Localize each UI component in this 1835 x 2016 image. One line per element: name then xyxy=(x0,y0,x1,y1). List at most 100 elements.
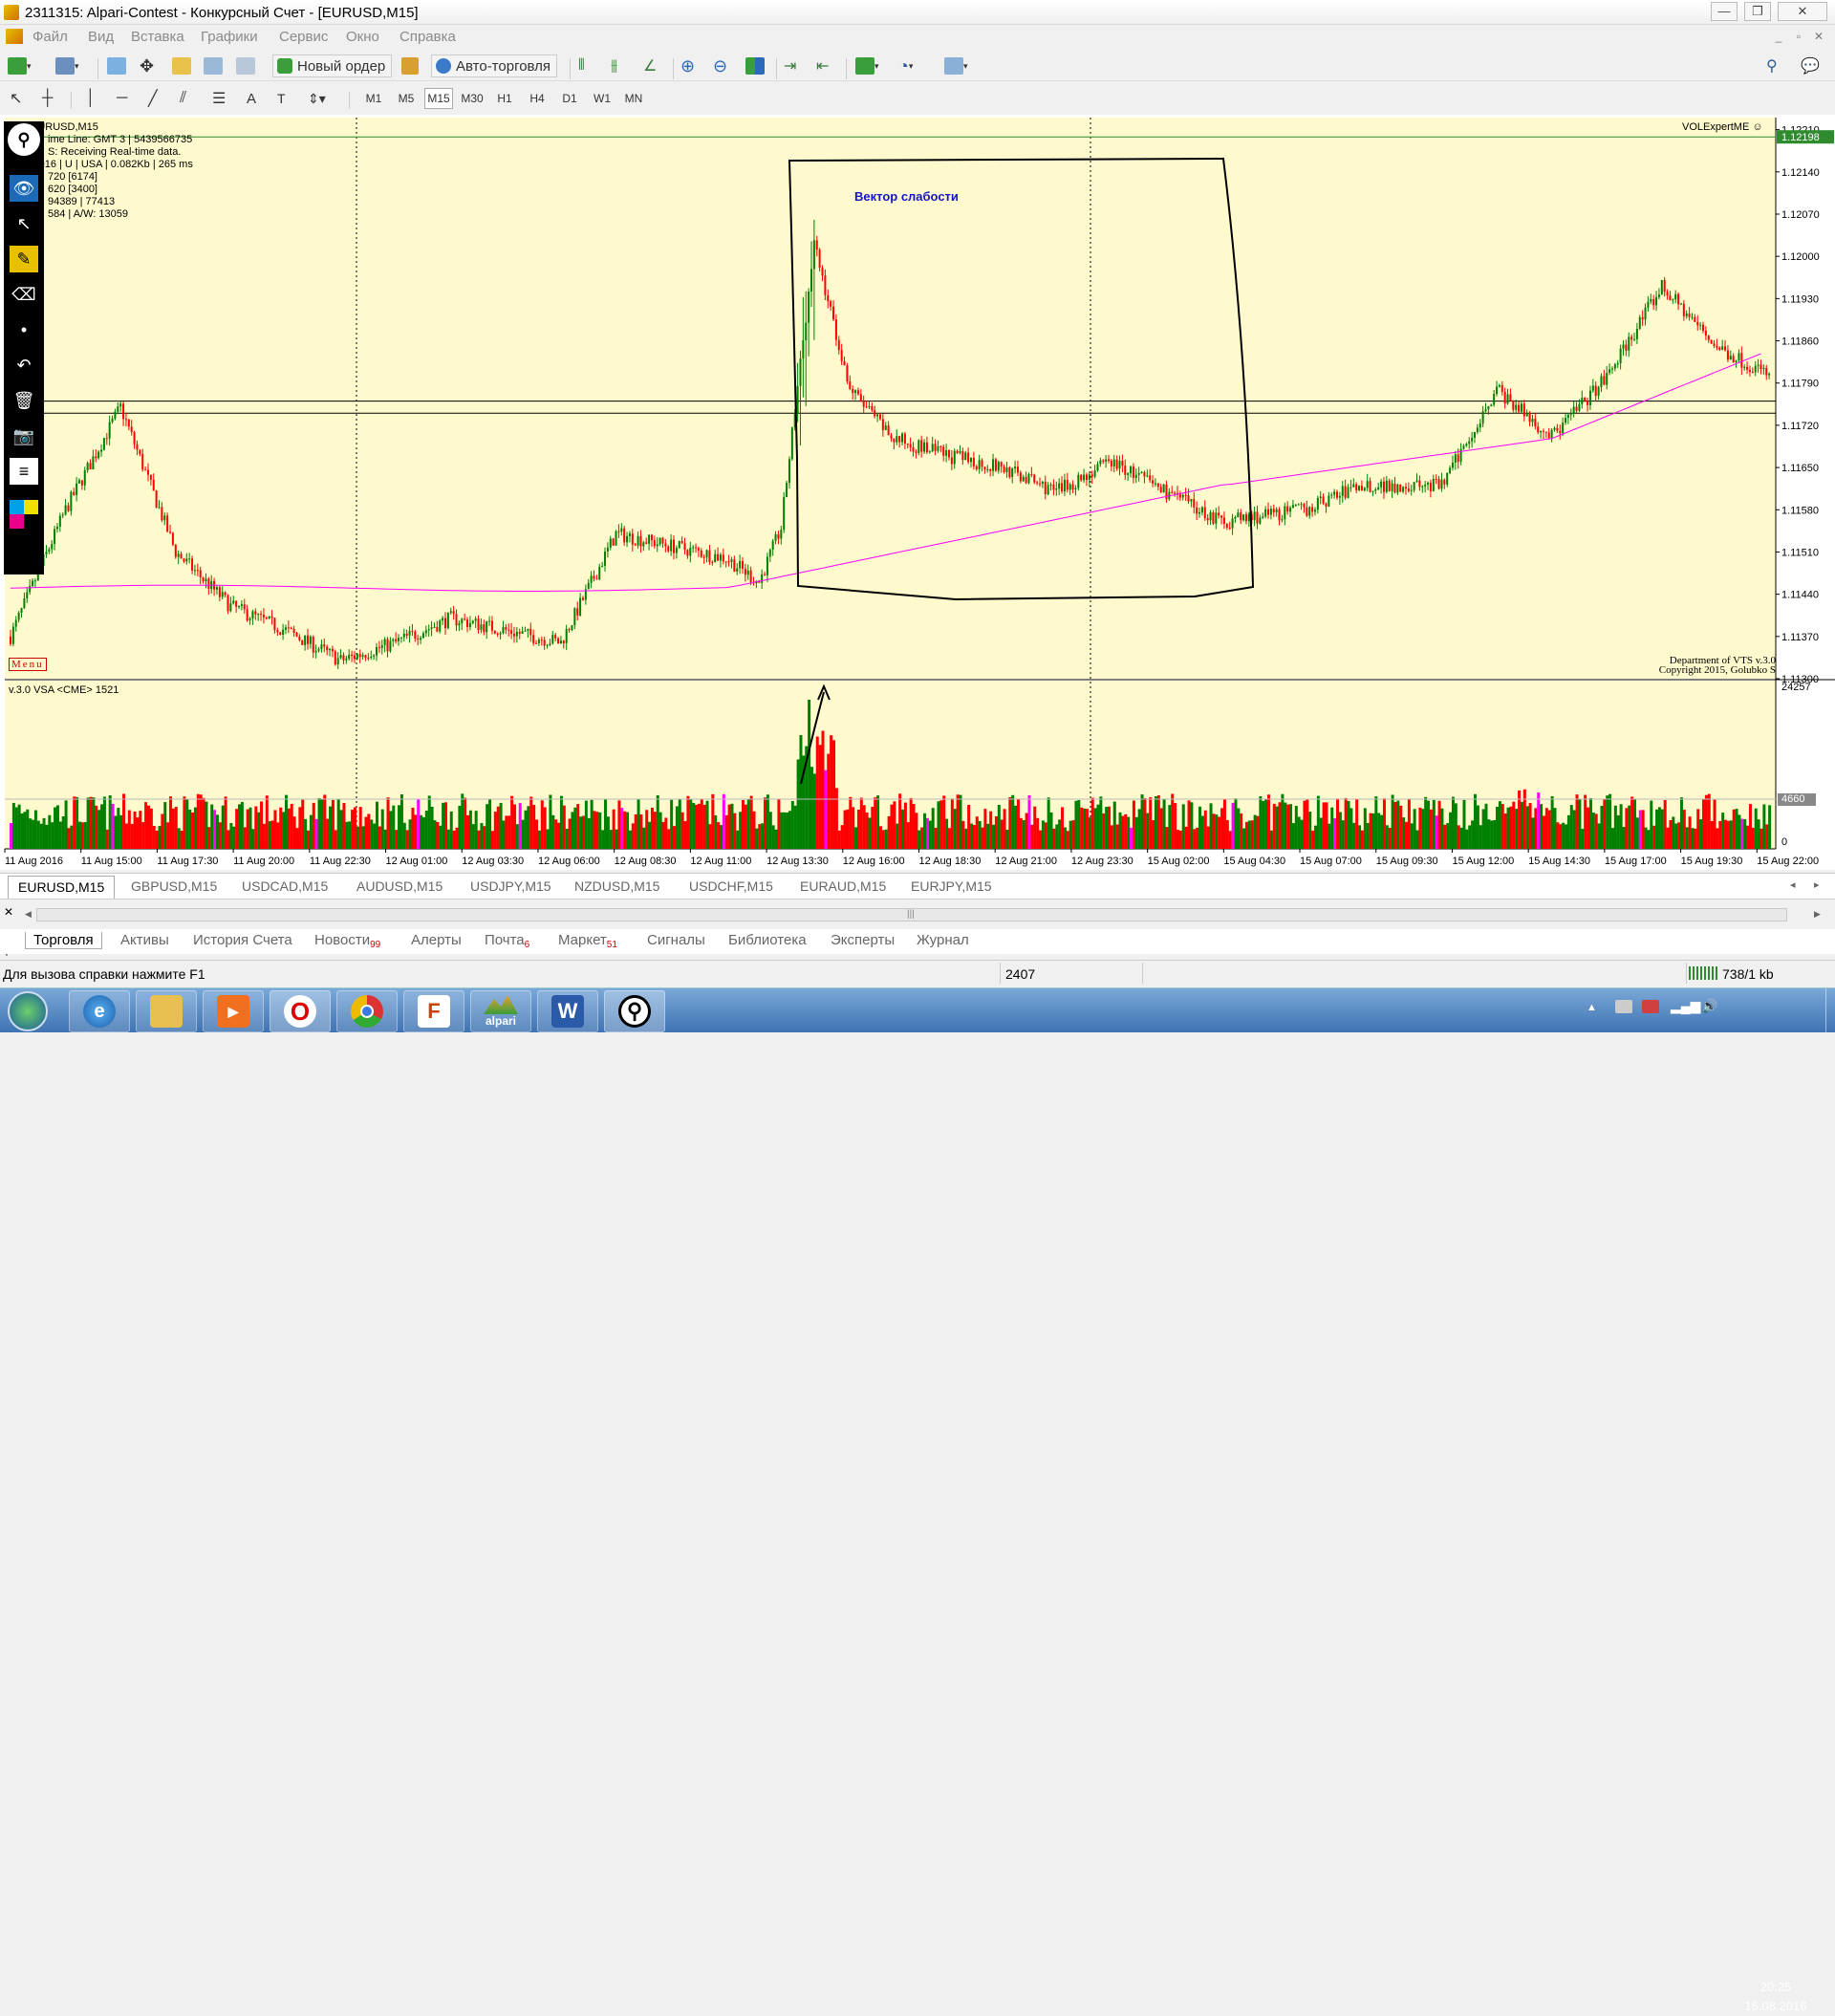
zoom-out-icon[interactable]: ⊖ xyxy=(713,56,727,76)
tab-alerts[interactable]: Алерты xyxy=(411,932,462,948)
volume-icon[interactable]: 🔊 xyxy=(1701,998,1717,1014)
horizontal-line-icon[interactable]: ─ xyxy=(117,90,127,107)
tray-app-icon[interactable] xyxy=(1642,1000,1659,1013)
terminal-close-icon[interactable]: ✕ xyxy=(4,905,13,919)
arrows-icon[interactable]: ⇕▾ xyxy=(308,91,326,107)
taskbar-ie[interactable]: e xyxy=(69,990,130,1032)
pencil-icon[interactable]: ✎ xyxy=(10,246,38,272)
cursor-icon[interactable]: ↖ xyxy=(10,210,38,237)
connection-indicator-icon[interactable] xyxy=(1689,966,1717,980)
chat-icon[interactable]: 💬 xyxy=(1801,56,1820,76)
search-icon[interactable]: ⚲ xyxy=(1766,56,1778,76)
terminal-icon[interactable] xyxy=(204,57,223,75)
close-button[interactable]: ✕ xyxy=(1778,2,1827,21)
vertical-line-icon[interactable]: │ xyxy=(86,90,96,107)
maximize-button[interactable]: ❐ xyxy=(1744,2,1771,21)
cursor-icon[interactable]: ↖ xyxy=(10,89,22,108)
templates-icon[interactable] xyxy=(944,57,963,75)
menu-charts[interactable]: Графики xyxy=(201,29,258,45)
scroll-left-icon[interactable]: ◀ xyxy=(25,909,32,920)
tabs-scroll-left-icon[interactable]: ◂ xyxy=(1790,878,1796,891)
tab-library[interactable]: Библиотека xyxy=(728,932,807,948)
tf-m5[interactable]: M5 xyxy=(392,88,421,109)
scroll-right-icon[interactable]: ▶ xyxy=(1814,909,1821,920)
metaeditor-icon[interactable] xyxy=(401,57,419,75)
indicators-icon[interactable] xyxy=(855,57,874,75)
new-chart-icon[interactable] xyxy=(8,57,27,75)
mdi-close-button[interactable]: ✕ xyxy=(1809,29,1828,44)
tabs-scroll-right-icon[interactable]: ▸ xyxy=(1814,878,1820,891)
tf-m1[interactable]: M1 xyxy=(359,88,388,109)
mdi-minimize-button[interactable]: _ xyxy=(1769,29,1788,44)
taskbar-word[interactable]: W xyxy=(537,990,598,1032)
vts-menu-button[interactable]: Menu xyxy=(9,658,47,671)
menu-file[interactable]: Файл xyxy=(32,29,68,45)
tf-mn[interactable]: MN xyxy=(619,88,648,109)
color-cyan-swatch[interactable] xyxy=(10,500,24,514)
network-icon[interactable]: ▂▄▆ xyxy=(1671,998,1700,1014)
taskbar-app-f[interactable]: F xyxy=(403,990,464,1032)
eye-icon[interactable]: 👁 xyxy=(10,175,38,202)
tab-mailbox[interactable]: Почта6 xyxy=(485,932,529,950)
eraser-icon[interactable]: ⌫ xyxy=(10,281,38,308)
system-clock[interactable]: 20:25 16.08.2016 xyxy=(1738,1978,1814,2016)
trash-icon[interactable]: 🗑 xyxy=(10,387,38,414)
market-watch-icon[interactable] xyxy=(107,57,126,75)
menu-window[interactable]: Окно xyxy=(346,29,379,45)
tab-market[interactable]: Маркет51 xyxy=(558,932,617,950)
trendline-icon[interactable]: ╱ xyxy=(148,89,158,108)
line-chart-icon[interactable]: ∠ xyxy=(643,56,657,76)
fibonacci-icon[interactable]: ☰ xyxy=(212,89,226,108)
tab-signals[interactable]: Сигналы xyxy=(647,932,705,948)
horizontal-scrollbar[interactable]: ||| xyxy=(36,908,1787,921)
tab-usdjpy[interactable]: USDJPY,M15 xyxy=(470,878,551,894)
bar-chart-icon[interactable]: ⫴ xyxy=(578,57,585,75)
start-button[interactable] xyxy=(8,991,48,1031)
menu-help[interactable]: Справка xyxy=(399,29,456,45)
menu-view[interactable]: Вид xyxy=(88,29,114,45)
strategy-tester-icon[interactable] xyxy=(236,57,255,75)
data-window-icon[interactable]: ✥ xyxy=(140,56,154,76)
tab-experts[interactable]: Эксперты xyxy=(831,932,895,948)
camera-icon[interactable]: 📷 xyxy=(10,423,38,449)
tab-eurusd[interactable]: EURUSD,M15 xyxy=(8,876,116,899)
tf-d1[interactable]: D1 xyxy=(555,88,584,109)
menu-insert[interactable]: Вставка xyxy=(131,29,184,45)
zoom-in-icon[interactable]: ⊕ xyxy=(680,56,695,76)
taskbar-media-player[interactable]: ▶ xyxy=(203,990,264,1032)
new-order-button[interactable]: Новый ордер xyxy=(272,54,393,77)
tab-usdchf[interactable]: USDCHF,M15 xyxy=(689,878,773,894)
menu-tools[interactable]: Сервис xyxy=(279,29,328,45)
candlestick-icon[interactable]: ⫵ xyxy=(611,57,617,75)
undo-icon[interactable]: ↶ xyxy=(10,352,38,379)
navigator-icon[interactable] xyxy=(172,57,191,75)
tab-news[interactable]: Новости99 xyxy=(314,932,380,950)
taskbar-vts[interactable]: ⚲ xyxy=(604,990,665,1032)
tab-eurjpy[interactable]: EURJPY,M15 xyxy=(911,878,992,894)
channel-icon[interactable]: ⫽ xyxy=(180,90,186,107)
tf-m30[interactable]: M30 xyxy=(458,88,486,109)
taskbar-explorer[interactable] xyxy=(136,990,197,1032)
minimize-button[interactable]: — xyxy=(1711,2,1738,21)
color-black-swatch[interactable] xyxy=(24,514,38,529)
tab-assets[interactable]: Активы xyxy=(120,932,169,948)
autoscroll-icon[interactable]: ⇤ xyxy=(816,56,829,76)
chart-window-icon[interactable] xyxy=(6,29,23,44)
vts-logo-icon[interactable]: ⚲ xyxy=(8,123,40,156)
tab-account-history[interactable]: История Счета xyxy=(193,932,292,948)
tray-expand-icon[interactable]: ▲ xyxy=(1587,1002,1597,1013)
crosshair-icon[interactable]: ┼ xyxy=(42,90,53,107)
notes-icon[interactable]: ≡ xyxy=(10,458,38,485)
chart-window[interactable]: 1.122101.121401.120701.120001.119301.118… xyxy=(0,115,1835,870)
tab-nzdusd[interactable]: NZDUSD,M15 xyxy=(574,878,659,894)
tray-action-center-icon[interactable] xyxy=(1615,1000,1632,1013)
taskbar-chrome[interactable] xyxy=(336,990,398,1032)
dot-icon[interactable]: • xyxy=(10,316,38,343)
tf-w1[interactable]: W1 xyxy=(588,88,616,109)
tab-usdcad[interactable]: USDCAD,M15 xyxy=(242,878,328,894)
periods-icon[interactable]: ◔ xyxy=(898,56,909,76)
tab-journal[interactable]: Журнал xyxy=(917,932,969,948)
tab-euraud[interactable]: EURAUD,M15 xyxy=(800,878,886,894)
tab-gbpusd[interactable]: GBPUSD,M15 xyxy=(131,878,217,894)
taskbar-opera[interactable]: O xyxy=(270,990,331,1032)
